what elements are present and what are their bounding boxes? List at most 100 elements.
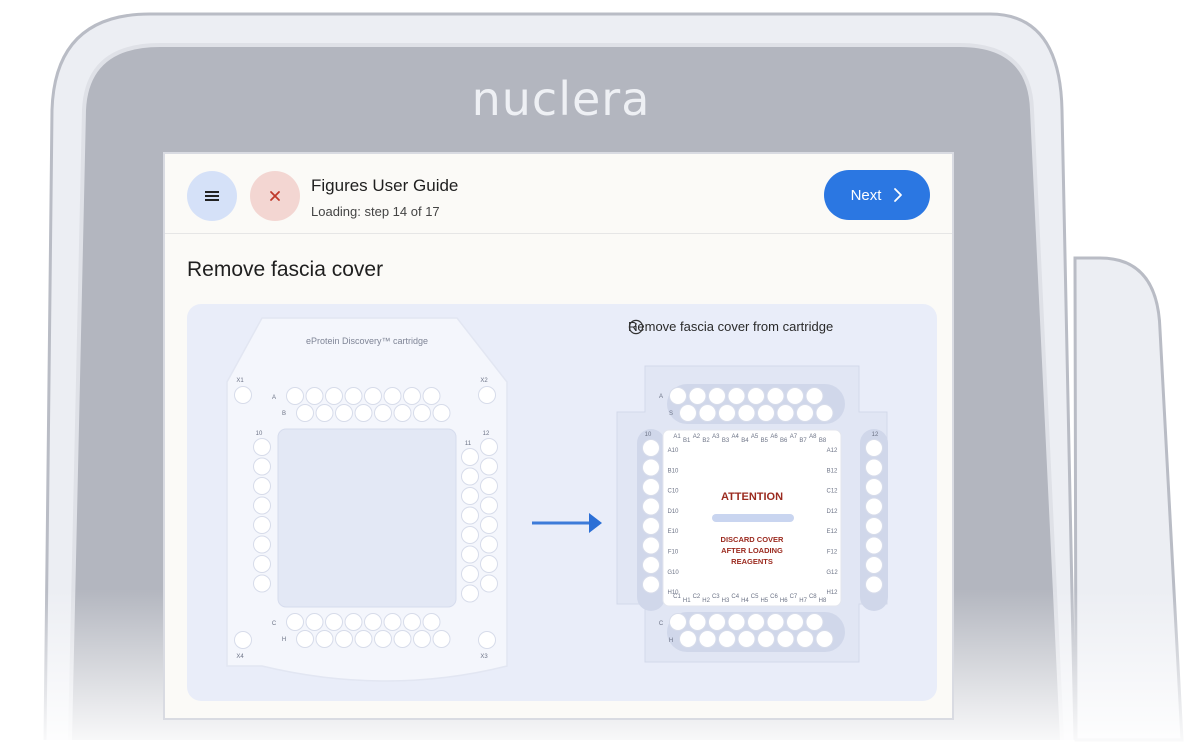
device-screen: Figures User Guide Loading: step 14 of 1… — [163, 152, 954, 720]
well-label: A7 — [790, 434, 798, 440]
row-label: H — [669, 638, 673, 644]
well-label: C6 — [770, 594, 778, 600]
well — [422, 613, 441, 631]
menu-button[interactable] — [187, 171, 237, 221]
corner-label: X2 — [480, 378, 488, 384]
column-label: 12 — [483, 431, 490, 437]
well — [325, 387, 343, 405]
well — [865, 497, 883, 516]
side-label: 10 — [645, 432, 652, 438]
well-label: B8 — [819, 438, 827, 444]
well-label: E12 — [827, 529, 838, 535]
well — [253, 574, 271, 593]
well — [688, 613, 707, 631]
next-button[interactable]: Next — [824, 170, 930, 220]
attention-line: AFTER LOADING — [721, 546, 783, 555]
well — [815, 630, 834, 648]
well — [805, 387, 824, 405]
nuclera-logo: nuclera — [471, 72, 651, 126]
well — [286, 387, 304, 405]
well-label: A8 — [809, 434, 817, 440]
well — [642, 536, 660, 555]
well-label: H3 — [722, 598, 730, 604]
well — [708, 613, 726, 631]
well — [805, 613, 824, 631]
well — [766, 613, 785, 631]
well — [865, 478, 883, 496]
well-label: H8 — [819, 598, 827, 604]
well — [413, 404, 431, 422]
well-label: C3 — [712, 594, 720, 600]
well-label: B6 — [780, 438, 788, 444]
well — [480, 496, 498, 515]
cartridge-label: eProtein Discovery™ cartridge — [306, 336, 428, 346]
well-label: C12 — [826, 489, 838, 495]
well — [461, 448, 479, 466]
well — [383, 613, 402, 631]
well-label: E10 — [668, 529, 679, 535]
well — [393, 404, 412, 422]
well — [432, 630, 451, 648]
well-label: B3 — [722, 438, 730, 444]
well — [354, 630, 373, 648]
corner-label: X3 — [480, 654, 488, 660]
well — [642, 439, 660, 457]
row-label: A — [272, 395, 276, 401]
well — [234, 386, 252, 404]
well — [461, 545, 479, 564]
well — [253, 477, 271, 495]
well — [766, 387, 785, 405]
well — [432, 404, 451, 422]
well — [776, 404, 795, 422]
well — [461, 526, 479, 544]
cartridge-center-pad — [277, 428, 457, 608]
well-label: C7 — [790, 594, 798, 600]
well — [286, 613, 304, 631]
well — [642, 497, 660, 516]
loading-status: Loading: step 14 of 17 — [311, 204, 440, 219]
well — [796, 404, 814, 422]
well-label: H12 — [826, 590, 838, 596]
well-label: A12 — [827, 448, 838, 454]
well-label: G12 — [826, 570, 838, 576]
row-label: B — [282, 411, 286, 417]
row-label: C — [659, 621, 664, 627]
attention-line: REAGENTS — [731, 557, 773, 566]
well — [480, 477, 498, 495]
well — [253, 516, 271, 534]
attention-title: ATTENTION — [721, 491, 783, 503]
row-label: C — [272, 621, 277, 627]
well — [727, 613, 746, 631]
well — [296, 630, 314, 648]
well — [669, 387, 687, 405]
well — [480, 555, 498, 573]
well — [383, 387, 402, 405]
well-label: B1 — [683, 438, 691, 444]
well — [374, 630, 392, 648]
well — [718, 630, 736, 648]
corner-label: X4 — [236, 654, 244, 660]
well — [718, 404, 736, 422]
next-button-label: Next — [850, 186, 882, 204]
well — [305, 387, 324, 405]
well — [480, 516, 498, 534]
well-label: B12 — [827, 468, 838, 474]
well — [757, 630, 775, 648]
well — [403, 613, 421, 631]
well-label: H5 — [760, 598, 768, 604]
well — [253, 535, 271, 554]
well — [642, 575, 660, 594]
close-button[interactable] — [250, 171, 300, 221]
well — [315, 404, 334, 422]
cartridge-illustration: eProtein Discovery™ cartridge X1 X2 X4 X… — [187, 304, 937, 701]
well-label: A6 — [770, 434, 778, 440]
well — [422, 387, 441, 405]
well — [364, 613, 382, 631]
well-label: C5 — [751, 594, 759, 600]
well — [757, 404, 775, 422]
well — [335, 630, 353, 648]
well — [253, 555, 271, 573]
well — [315, 630, 334, 648]
well-label: C10 — [667, 489, 679, 495]
well — [786, 613, 804, 631]
